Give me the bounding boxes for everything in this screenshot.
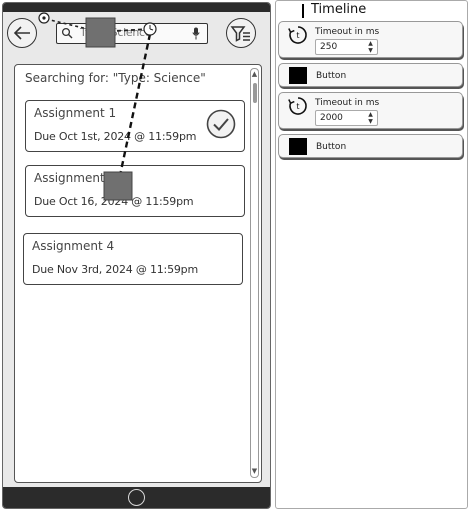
filter-button[interactable] bbox=[226, 18, 256, 48]
assignment-title: Assignment 2 bbox=[34, 171, 117, 185]
button-swatch bbox=[289, 138, 307, 155]
button-step-label: Button bbox=[316, 71, 347, 81]
stepper-down-icon[interactable]: ▼ bbox=[364, 47, 377, 54]
timer-icon: t bbox=[288, 26, 307, 44]
search-input[interactable]: Type: Science bbox=[56, 23, 208, 44]
filter-icon bbox=[230, 25, 250, 42]
timeout-label: Timeout in ms bbox=[315, 98, 380, 108]
phone-mockup: Type: Science Searching for: "Type: Scie… bbox=[2, 2, 271, 509]
search-query: Type: Science bbox=[80, 26, 152, 39]
assignment-card[interactable]: Assignment 4 Due Nov 3rd, 2024 @ 11:59pm bbox=[23, 233, 243, 285]
scroll-up-arrow-icon[interactable]: ▲ bbox=[251, 71, 258, 78]
timeout-value: 2000 bbox=[320, 113, 343, 123]
timer-icon: t bbox=[288, 97, 307, 115]
assignment-due-date: Due Oct 16, 2024 @ 11:59pm bbox=[34, 195, 194, 208]
back-arrow-icon bbox=[13, 25, 30, 40]
button-swatch bbox=[289, 67, 307, 84]
timeline-panel: Timeline t Timeout in ms 250 ▲ ▼ Button … bbox=[275, 0, 468, 509]
timeline-step-timeout[interactable]: t Timeout in ms 250 ▲ ▼ bbox=[278, 21, 463, 58]
back-button[interactable] bbox=[7, 18, 37, 48]
assignment-card[interactable]: Assignment 1 Due Oct 1st, 2024 @ 11:59pm bbox=[25, 100, 245, 152]
assignment-title: Assignment 1 bbox=[34, 106, 117, 120]
assignment-due-date: Due Oct 1st, 2024 @ 11:59pm bbox=[34, 130, 197, 143]
search-results-panel: Searching for: "Type: Science" Assignmen… bbox=[14, 64, 262, 483]
timeout-field[interactable]: 2000 ▲ ▼ bbox=[315, 110, 378, 126]
assignment-card[interactable]: Assignment 2 Due Oct 16, 2024 @ 11:59pm bbox=[25, 165, 245, 217]
timeout-stepper[interactable]: ▲ ▼ bbox=[364, 111, 377, 125]
timeline-step-button[interactable]: Button bbox=[278, 63, 463, 87]
scrollbar[interactable]: ▲ ▼ bbox=[250, 68, 259, 478]
button-step-label: Button bbox=[316, 142, 347, 152]
home-button[interactable] bbox=[128, 489, 145, 506]
scroll-down-arrow-icon[interactable]: ▼ bbox=[251, 468, 258, 475]
microphone-icon[interactable] bbox=[192, 27, 200, 40]
navigation-bar bbox=[3, 487, 270, 508]
timeout-field[interactable]: 250 ▲ ▼ bbox=[315, 39, 378, 55]
search-results-heading: Searching for: "Type: Science" bbox=[25, 71, 206, 85]
timeout-label: Timeout in ms bbox=[315, 27, 380, 37]
timeline-step-timeout[interactable]: t Timeout in ms 2000 ▲ ▼ bbox=[278, 92, 463, 129]
stepper-up-icon[interactable]: ▲ bbox=[364, 40, 377, 47]
assignment-due-date: Due Nov 3rd, 2024 @ 11:59pm bbox=[32, 263, 198, 276]
stepper-up-icon[interactable]: ▲ bbox=[364, 111, 377, 118]
scroll-thumb[interactable] bbox=[253, 83, 257, 103]
timeout-value: 250 bbox=[320, 42, 338, 52]
timeline-title: Timeline bbox=[311, 2, 367, 17]
search-icon bbox=[61, 27, 73, 39]
checkmark-icon bbox=[206, 109, 236, 139]
timeline-header-bar bbox=[302, 4, 304, 18]
svg-text:t: t bbox=[296, 31, 299, 40]
timeline-header: Timeline bbox=[276, 1, 467, 19]
timeline-step-button[interactable]: Button bbox=[278, 134, 463, 158]
timeout-stepper[interactable]: ▲ ▼ bbox=[364, 40, 377, 54]
assignment-title: Assignment 4 bbox=[32, 239, 115, 253]
stepper-down-icon[interactable]: ▼ bbox=[364, 118, 377, 125]
svg-text:t: t bbox=[296, 102, 299, 111]
status-bar bbox=[3, 3, 270, 12]
